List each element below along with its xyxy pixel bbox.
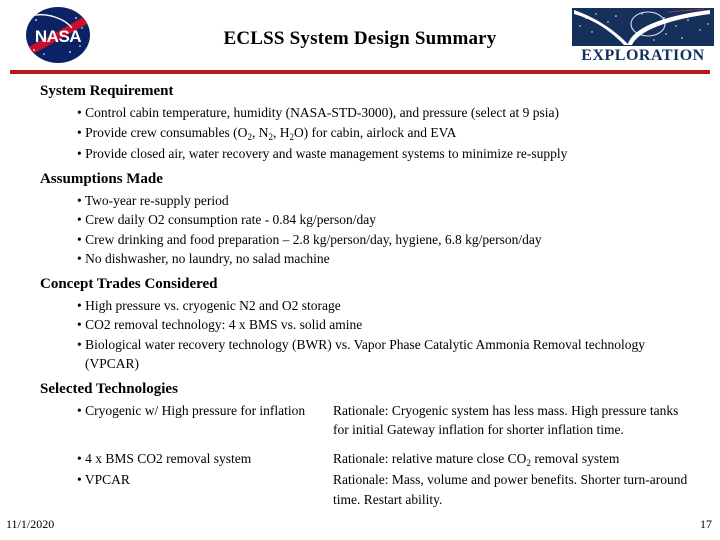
- rationale-text-prefix: Rationale: relative mature close CO: [333, 450, 527, 466]
- section-concept-trades: Concept Trades Considered • High pressur…: [0, 275, 720, 374]
- list-item: • CO2 removal technology: 4 x BMS vs. so…: [77, 317, 363, 332]
- rationale-cell: Rationale: relative mature close CO2 rem…: [333, 449, 697, 471]
- list-item: • No dishwasher, no laundry, no salad ma…: [77, 251, 330, 266]
- technology-cell: • 4 x BMS CO2 removal system: [77, 450, 252, 466]
- slide-body: System Requirement • Control cabin tempe…: [0, 82, 720, 509]
- slide-header: NASA ECLSS System Design Summary EXPLORA…: [0, 0, 720, 74]
- exploration-logo-image: [572, 8, 714, 46]
- list-item: • Control cabin temperature, humidity (N…: [77, 105, 559, 120]
- bullet-list: • High pressure vs. cryogenic N2 and O2 …: [0, 296, 720, 374]
- section-selected-technologies: Selected Technologies • Cryogenic w/ Hig…: [0, 380, 720, 510]
- list-item: • Provide crew consumables (O2, N2, H2O)…: [77, 124, 457, 142]
- rationale-subscript: 2: [526, 457, 531, 468]
- exploration-logo-wordmark: EXPLORATION: [581, 47, 705, 64]
- bullet-list: • Two-year re-supply period • Crew daily…: [0, 191, 720, 269]
- list-item: • Two-year re-supply period: [77, 192, 229, 208]
- section-heading: Concept Trades Considered: [40, 275, 218, 292]
- list-item: • Crew drinking and food preparation – 2…: [77, 231, 542, 247]
- rationale-cell: Rationale: Cryogenic system has less mas…: [333, 402, 679, 438]
- section-assumptions-made: Assumptions Made • Two-year re-supply pe…: [0, 170, 720, 269]
- list-item: • Crew daily O2 consumption rate - 0.84 …: [77, 212, 377, 227]
- table-row: • 4 x BMS CO2 removal system Rationale: …: [77, 449, 697, 471]
- list-item: • Provide closed air, water recovery and…: [77, 146, 568, 161]
- section-system-requirement: System Requirement • Control cabin tempe…: [0, 82, 720, 164]
- technology-cell: • VPCAR: [77, 472, 130, 487]
- rationale-text-suffix: removal system: [530, 450, 620, 466]
- rationale-cell: Rationale: Mass, volume and power benefi…: [333, 472, 688, 507]
- list-item: • Biological water recovery technology (…: [77, 336, 645, 372]
- technology-cell: • Cryogenic w/ High pressure for inflati…: [77, 402, 306, 418]
- section-heading: Assumptions Made: [40, 170, 163, 187]
- spacer-cell: [77, 440, 333, 449]
- table-row: • Cryogenic w/ High pressure for inflati…: [77, 401, 697, 440]
- header-divider: [10, 70, 710, 74]
- spacer-cell: [333, 440, 697, 449]
- bullet-list: • Control cabin temperature, humidity (N…: [0, 103, 720, 164]
- list-item: • High pressure vs. cryogenic N2 and O2 …: [77, 297, 341, 313]
- section-heading: System Requirement: [40, 83, 174, 99]
- footer-page-number: 17: [700, 517, 712, 531]
- footer-date: 11/1/2020: [6, 517, 55, 531]
- table-row: • VPCAR Rationale: Mass, volume and powe…: [77, 470, 697, 509]
- table-row-spacer: [77, 440, 697, 449]
- selected-technologies-table: • Cryogenic w/ High pressure for inflati…: [77, 401, 697, 510]
- section-heading: Selected Technologies: [40, 380, 178, 397]
- exploration-logo: EXPLORATION: [572, 8, 714, 66]
